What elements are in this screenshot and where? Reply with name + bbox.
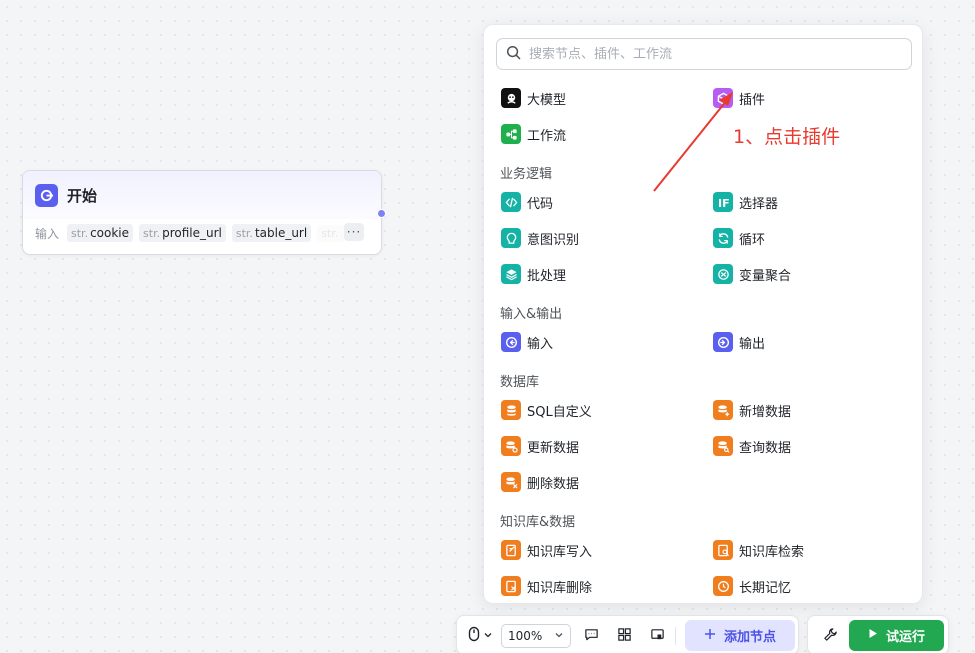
interaction-mode-selector[interactable] [467, 625, 493, 647]
section-knowledge: 知识库&数据 [500, 515, 576, 530]
param-chip: str. cookie [67, 224, 134, 242]
output-icon [713, 332, 733, 352]
database-sql-icon [501, 400, 521, 420]
comment-button[interactable] [581, 626, 601, 646]
start-node-output-port[interactable] [377, 209, 386, 218]
node-item-knowledge-write[interactable]: 知识库写入 [501, 538, 592, 562]
run-toolbar: 试运行 [807, 615, 949, 653]
add-node-label: 添加节点 [723, 630, 776, 645]
wrench-icon [823, 627, 838, 646]
knowledge-write-icon [501, 540, 521, 560]
add-node-button[interactable]: 添加节点 [685, 620, 795, 651]
long-term-memory-icon [713, 576, 733, 596]
section-input-output: 输入&输出 [500, 307, 563, 322]
node-item-knowledge-delete[interactable]: 知识库删除 [501, 574, 592, 598]
param-chip: str. profile_url [139, 224, 226, 242]
database-add-icon [713, 400, 733, 420]
chevron-down-icon [554, 629, 564, 643]
section-database: 数据库 [500, 375, 540, 390]
node-item-loop[interactable]: 循环 [713, 226, 765, 250]
start-node[interactable]: 开始 输入 str. cookie str. profile_url str. tab… [22, 170, 382, 255]
workflow-icon [501, 124, 521, 144]
auto-layout-button[interactable] [614, 626, 634, 646]
if-icon: IF [713, 192, 733, 212]
test-run-label: 试运行 [885, 630, 925, 645]
input-icon [501, 332, 521, 352]
search-box[interactable] [496, 38, 912, 70]
comment-icon [584, 627, 599, 646]
node-item-llm[interactable]: 大模型 [501, 86, 566, 110]
annotation-label: 1、点击插件 [733, 126, 841, 148]
test-run-button[interactable]: 试运行 [849, 620, 944, 651]
knowledge-delete-icon [501, 576, 521, 596]
node-item-batch[interactable]: 批处理 [501, 262, 566, 286]
canvas-toolbar: 100% 添加节点 [456, 615, 799, 653]
node-item-long-term-memory[interactable]: 长期记忆 [713, 574, 791, 598]
database-query-icon [713, 436, 733, 456]
start-flag-icon [35, 183, 58, 207]
node-item-code[interactable]: 代码 [501, 190, 553, 214]
node-item-variable-merge[interactable]: 变量聚合 [713, 262, 791, 286]
section-business-logic: 业务逻辑 [500, 167, 553, 182]
param-chip: str. table_url [231, 224, 312, 242]
toolbar-divider [675, 627, 676, 645]
layout-grid-icon [617, 627, 632, 646]
node-item-workflow[interactable]: 工作流 [501, 122, 566, 146]
node-item-plugin[interactable]: 插件 [713, 86, 765, 110]
start-node-title: 开始 [67, 186, 98, 205]
search-input[interactable] [529, 46, 899, 62]
mouse-icon [467, 626, 481, 646]
plugin-cube-icon [713, 88, 733, 108]
code-icon [501, 192, 521, 212]
node-item-output[interactable]: 输出 [713, 330, 765, 354]
plus-icon [704, 628, 716, 644]
loop-icon [713, 228, 733, 248]
svg-text:IF: IF [718, 197, 730, 209]
start-node-header: 开始 [23, 171, 381, 219]
param-chip: str. [317, 224, 345, 242]
node-item-db-query[interactable]: 查询数据 [713, 434, 791, 458]
llm-icon [501, 88, 521, 108]
node-item-db-add[interactable]: 新增数据 [713, 398, 791, 422]
node-picker-panel: 大模型 插件 工作流 业务逻辑 代码 IF 选择器 意图识别 循环 [483, 24, 923, 604]
zoom-value: 100% [508, 629, 543, 643]
minimap-icon [650, 627, 665, 646]
variable-merge-icon [713, 264, 733, 284]
database-delete-icon [501, 472, 521, 492]
node-item-sql[interactable]: SQL自定义 [501, 398, 592, 422]
zoom-select[interactable]: 100% [501, 624, 571, 648]
node-item-input[interactable]: 输入 [501, 330, 553, 354]
database-update-icon [501, 436, 521, 456]
node-item-intent[interactable]: 意图识别 [501, 226, 579, 250]
chevron-down-icon [483, 629, 493, 644]
node-item-db-delete[interactable]: 删除数据 [501, 470, 579, 494]
batch-icon [501, 264, 521, 284]
play-icon [868, 628, 878, 643]
intent-icon [501, 228, 521, 248]
inputs-label: 输入 [35, 226, 60, 241]
node-item-knowledge-search[interactable]: 知识库检索 [713, 538, 804, 562]
node-item-selector[interactable]: IF 选择器 [713, 190, 778, 214]
start-node-inputs: 输入 str. cookie str. profile_url str. table_… [23, 219, 381, 247]
node-item-db-update[interactable]: 更新数据 [501, 434, 579, 458]
knowledge-search-icon [713, 540, 733, 560]
more-params-button[interactable]: ··· [344, 223, 364, 241]
minimap-button[interactable] [647, 626, 667, 646]
debug-settings-button[interactable] [820, 626, 840, 646]
search-icon [506, 45, 521, 64]
